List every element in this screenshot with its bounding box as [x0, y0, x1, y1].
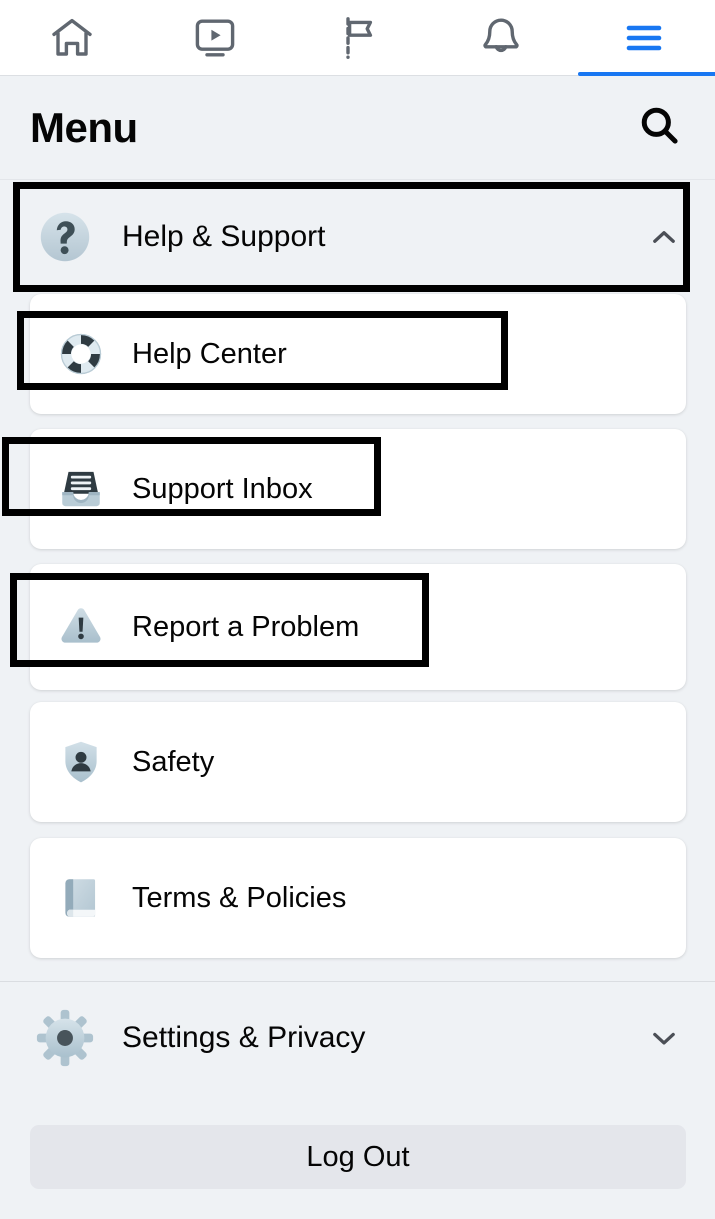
home-icon	[48, 14, 96, 62]
video-play-icon	[191, 14, 239, 62]
section-header-settings-and-privacy[interactable]: Settings & Privacy	[0, 988, 715, 1088]
menu-item-label: Report a Problem	[132, 610, 360, 643]
menu-screen: Menu Help & Support Help Center Support …	[0, 0, 715, 1219]
menu-item-label: Help Center	[132, 337, 287, 370]
menu-item-report-a-problem[interactable]: Report a Problem	[30, 564, 686, 690]
menu-tab[interactable]	[572, 0, 715, 76]
pages-tab[interactable]	[286, 0, 429, 76]
notifications-tab[interactable]	[429, 0, 572, 76]
flag-icon	[334, 14, 382, 62]
page-title: Menu	[30, 103, 138, 151]
question-mark-circle-icon	[34, 206, 96, 268]
hamburger-menu-icon	[620, 14, 668, 62]
menu-item-label: Terms & Policies	[132, 881, 347, 914]
chevron-down-icon[interactable]	[647, 1021, 681, 1055]
lifebuoy-icon	[56, 329, 106, 379]
gear-icon	[34, 1007, 96, 1069]
menu-item-help-center[interactable]: Help Center	[30, 294, 686, 414]
bell-icon	[477, 14, 525, 62]
menu-item-support-inbox[interactable]: Support Inbox	[30, 429, 686, 549]
section-label: Settings & Privacy	[122, 1021, 366, 1054]
menu-item-terms-and-policies[interactable]: Terms & Policies	[30, 838, 686, 958]
menu-header: Menu	[0, 76, 715, 180]
shield-person-icon	[56, 737, 106, 787]
log-out-button[interactable]: Log Out	[30, 1125, 686, 1189]
chevron-up-icon[interactable]	[647, 220, 681, 254]
book-icon	[56, 873, 106, 923]
top-navigation-bar	[0, 0, 715, 76]
search-button[interactable]	[631, 100, 687, 156]
video-tab[interactable]	[143, 0, 286, 76]
search-icon	[636, 102, 682, 153]
menu-item-label: Safety	[132, 745, 215, 778]
inbox-tray-icon	[56, 464, 106, 514]
section-header-help-and-support[interactable]: Help & Support	[0, 186, 715, 288]
section-label: Help & Support	[122, 220, 326, 253]
home-tab[interactable]	[0, 0, 143, 76]
section-divider	[0, 981, 715, 982]
menu-item-safety[interactable]: Safety	[30, 702, 686, 822]
menu-item-label: Support Inbox	[132, 472, 313, 505]
warning-triangle-icon	[56, 602, 106, 652]
